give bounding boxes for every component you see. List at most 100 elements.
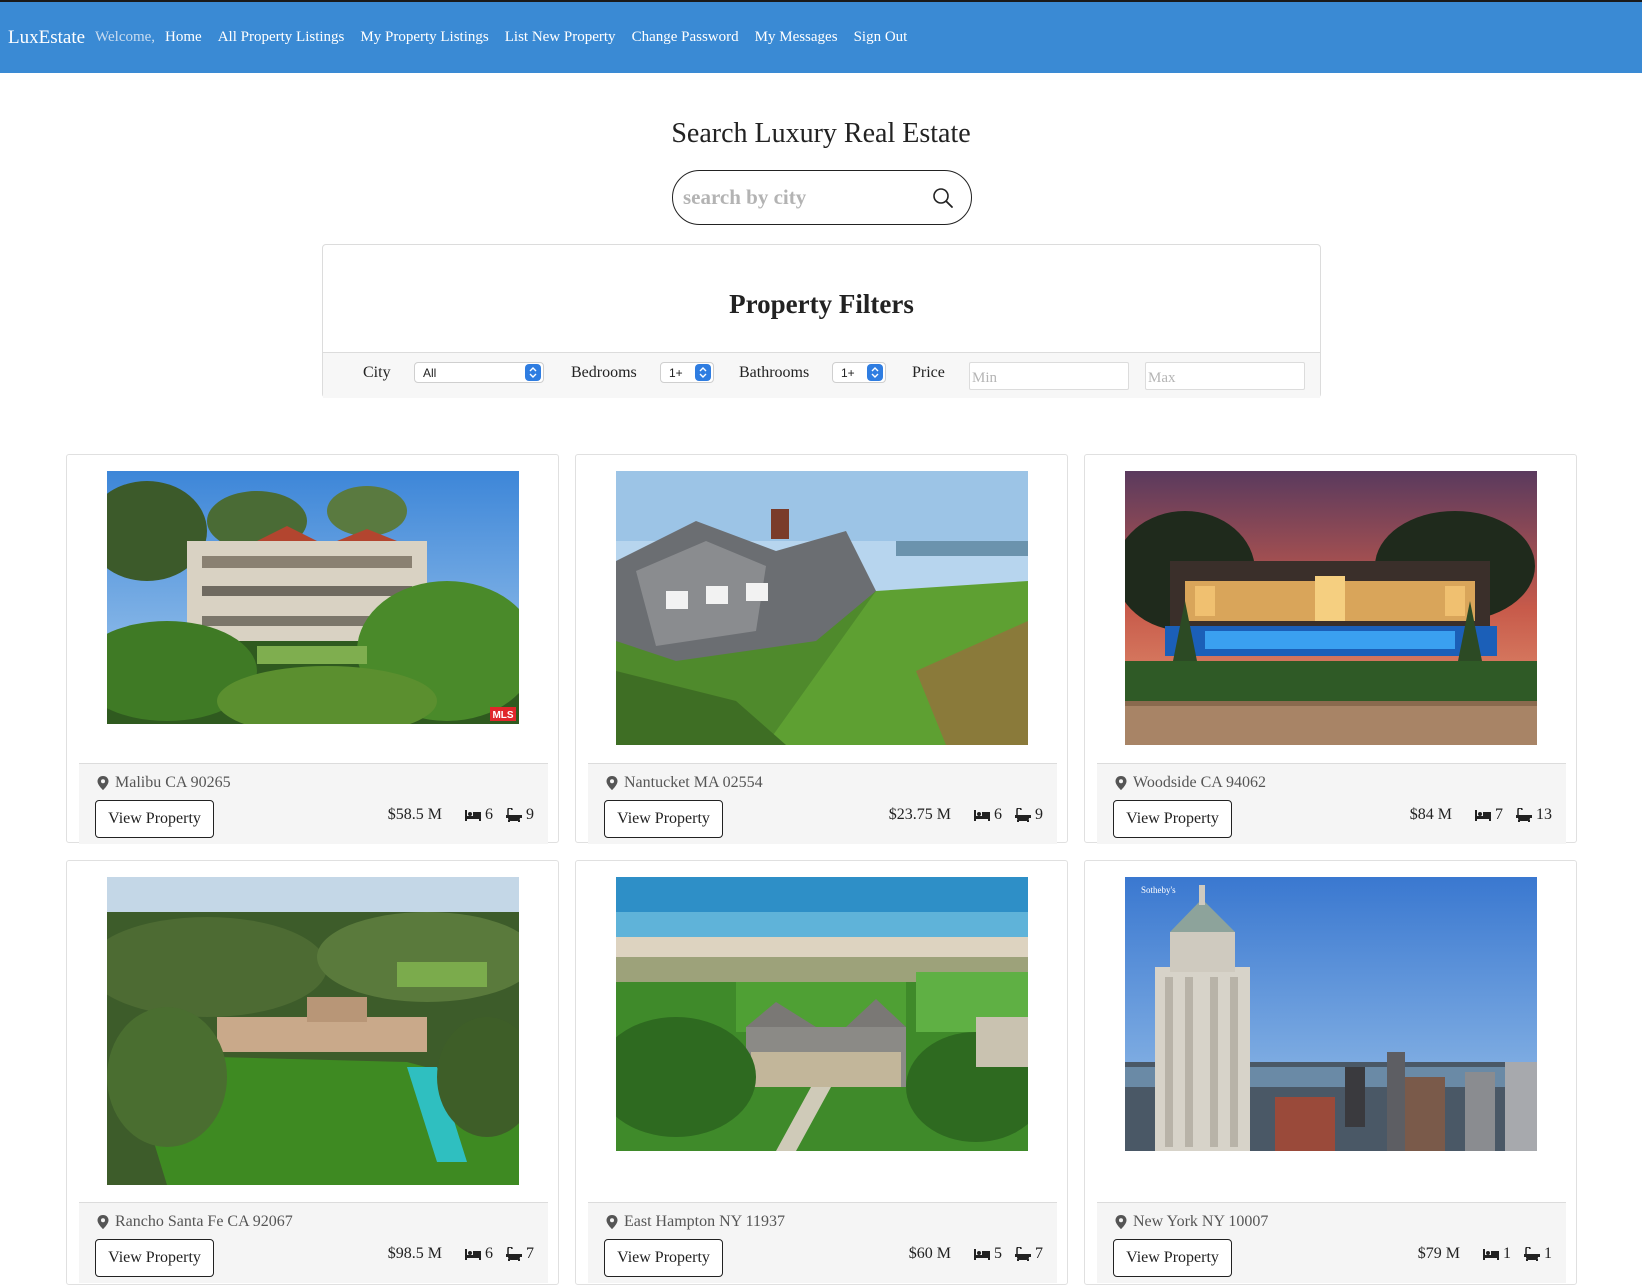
property-photo[interactable] bbox=[1125, 471, 1537, 745]
listing-price: $23.75 M bbox=[888, 806, 951, 823]
listing-stats: $79 M 1 1 bbox=[1418, 1245, 1552, 1263]
view-property-button[interactable]: View Property bbox=[604, 800, 723, 838]
bed-icon bbox=[974, 810, 990, 821]
bath-icon bbox=[1524, 1247, 1540, 1261]
bathrooms-select-value: 1+ bbox=[841, 366, 855, 380]
listing-price: $79 M bbox=[1417, 1245, 1460, 1262]
city-select-value: All bbox=[423, 366, 437, 380]
property-photo[interactable]: Sotheby's bbox=[1125, 877, 1537, 1151]
welcome-text: Welcome, bbox=[95, 29, 156, 45]
listing-stats: $98.5 M 6 7 bbox=[388, 1245, 534, 1263]
price-max-input[interactable] bbox=[1145, 362, 1305, 390]
listing-baths: 7 bbox=[526, 1245, 534, 1262]
city-label: City bbox=[363, 364, 391, 381]
listing-card: Rancho Santa Fe CA 92067 View Property $… bbox=[66, 860, 559, 1285]
view-property-button[interactable]: View Property bbox=[604, 1239, 723, 1277]
price-min-input[interactable] bbox=[969, 362, 1129, 390]
listing-price: $84 M bbox=[1409, 806, 1452, 823]
listing-card: Sotheby's New York NY 10007 View Propert… bbox=[1084, 860, 1577, 1285]
listing-stats: $58.5 M 6 9 bbox=[388, 806, 534, 824]
listing-baths: 1 bbox=[1544, 1245, 1552, 1262]
listing-location: Malibu CA 90265 bbox=[97, 774, 231, 792]
bed-icon bbox=[465, 810, 481, 821]
property-photo[interactable]: MLS bbox=[107, 471, 519, 724]
nav-my-listings[interactable]: My Property Listings bbox=[360, 29, 488, 46]
listing-stats: $84 M 7 13 bbox=[1410, 806, 1552, 824]
city-select[interactable]: All bbox=[414, 362, 544, 383]
bath-icon bbox=[506, 1247, 522, 1261]
listing-location-text: Nantucket MA 02554 bbox=[624, 774, 763, 791]
listing-beds: 7 bbox=[1495, 806, 1503, 823]
bath-icon bbox=[1015, 808, 1031, 822]
listing-location-text: Woodside CA 94062 bbox=[1133, 774, 1266, 791]
map-pin-icon bbox=[1115, 1215, 1127, 1229]
listing-card: Woodside CA 94062 View Property $84 M 7 … bbox=[1084, 454, 1577, 844]
search-box bbox=[672, 170, 972, 225]
listing-location: New York NY 10007 bbox=[1115, 1213, 1268, 1231]
listing-beds: 6 bbox=[485, 806, 493, 823]
listing-beds: 1 bbox=[1503, 1245, 1511, 1262]
listing-location: Woodside CA 94062 bbox=[1115, 774, 1266, 792]
listing-beds: 5 bbox=[994, 1245, 1002, 1262]
listing-card: MLS Malibu CA 90265 View Property $58.5 … bbox=[66, 454, 559, 844]
view-property-button[interactable]: View Property bbox=[1113, 800, 1232, 838]
view-property-button[interactable]: View Property bbox=[95, 800, 214, 838]
listing-location-text: New York NY 10007 bbox=[1133, 1213, 1269, 1230]
listing-footer: East Hampton NY 11937 View Property $60 … bbox=[588, 1202, 1057, 1283]
map-pin-icon bbox=[97, 1215, 109, 1229]
listing-footer: New York NY 10007 View Property $79 M 1 … bbox=[1097, 1202, 1566, 1283]
bedrooms-select-value: 1+ bbox=[669, 366, 683, 380]
listing-price: $58.5 M bbox=[387, 806, 442, 823]
listing-baths: 13 bbox=[1536, 806, 1552, 823]
map-pin-icon bbox=[97, 776, 109, 790]
map-pin-icon bbox=[1115, 776, 1127, 790]
listing-card: Nantucket MA 02554 View Property $23.75 … bbox=[575, 454, 1068, 844]
bathrooms-select[interactable]: 1+ bbox=[832, 362, 886, 383]
bed-icon bbox=[1475, 810, 1491, 821]
search-input[interactable] bbox=[683, 185, 931, 210]
bath-icon bbox=[506, 808, 522, 822]
listing-location: Nantucket MA 02554 bbox=[606, 774, 763, 792]
bath-icon bbox=[1516, 808, 1532, 822]
property-photo[interactable] bbox=[616, 877, 1028, 1151]
listing-price: $60 M bbox=[908, 1245, 951, 1262]
listing-stats: $60 M 5 7 bbox=[909, 1245, 1043, 1263]
listing-price: $98.5 M bbox=[387, 1245, 442, 1262]
price-label: Price bbox=[912, 364, 945, 381]
listing-location: Rancho Santa Fe CA 92067 bbox=[97, 1213, 293, 1231]
bed-icon bbox=[465, 1249, 481, 1260]
nav-change-password[interactable]: Change Password bbox=[632, 29, 739, 46]
listing-footer: Nantucket MA 02554 View Property $23.75 … bbox=[588, 763, 1057, 844]
bed-icon bbox=[1483, 1249, 1499, 1260]
listing-baths: 9 bbox=[1035, 806, 1043, 823]
select-arrows-icon bbox=[867, 364, 883, 381]
property-photo[interactable] bbox=[107, 877, 519, 1185]
view-property-button[interactable]: View Property bbox=[1113, 1239, 1232, 1277]
nav-list-new-property[interactable]: List New Property bbox=[505, 29, 616, 46]
filters-bar: City All Bedrooms 1+ Bathrooms 1+ Price bbox=[323, 352, 1320, 398]
brand-logo[interactable]: LuxEstate bbox=[8, 27, 85, 49]
search-title: Search Luxury Real Estate bbox=[671, 118, 971, 149]
listing-baths: 9 bbox=[526, 806, 534, 823]
view-property-button[interactable]: View Property bbox=[95, 1239, 214, 1277]
sothebys-watermark: Sotheby's bbox=[1141, 885, 1176, 895]
nav-all-listings[interactable]: All Property Listings bbox=[218, 29, 345, 46]
listing-stats: $23.75 M 6 9 bbox=[889, 806, 1043, 824]
listing-beds: 6 bbox=[485, 1245, 493, 1262]
property-filters-panel: Property Filters City All Bedrooms 1+ Ba… bbox=[322, 244, 1321, 398]
nav-sign-out[interactable]: Sign Out bbox=[854, 29, 908, 46]
listing-footer: Malibu CA 90265 View Property $58.5 M 6 … bbox=[79, 763, 548, 844]
navbar: LuxEstate Welcome, Home All Property Lis… bbox=[0, 0, 1642, 73]
listing-location-text: Malibu CA 90265 bbox=[115, 774, 231, 791]
bedrooms-select[interactable]: 1+ bbox=[660, 362, 714, 383]
bathrooms-label: Bathrooms bbox=[739, 364, 810, 381]
mls-badge-text: MLS bbox=[492, 710, 513, 721]
listing-location-text: East Hampton NY 11937 bbox=[624, 1213, 786, 1230]
map-pin-icon bbox=[606, 1215, 618, 1229]
search-icon[interactable] bbox=[931, 186, 955, 210]
property-photo[interactable] bbox=[616, 471, 1028, 745]
listing-beds: 6 bbox=[994, 806, 1002, 823]
bedrooms-label: Bedrooms bbox=[571, 364, 637, 381]
nav-home[interactable]: Home bbox=[165, 29, 202, 46]
nav-my-messages[interactable]: My Messages bbox=[755, 29, 838, 46]
